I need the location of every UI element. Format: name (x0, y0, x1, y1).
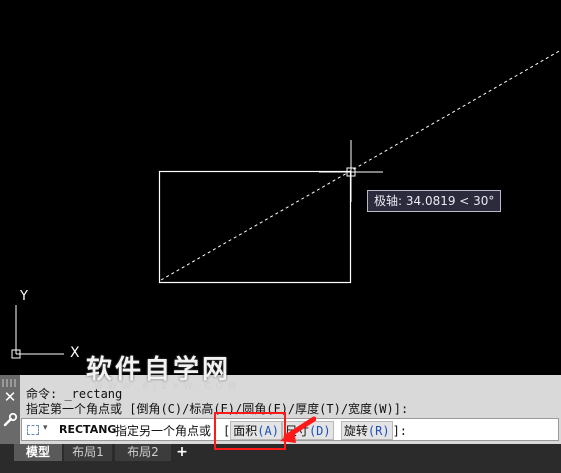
grip-handle[interactable] (2, 379, 18, 387)
tab-layout1[interactable]: 布局1 (64, 444, 112, 461)
arrow-icon (280, 416, 316, 443)
add-layout-button[interactable]: + (174, 444, 190, 461)
watermark-sub: WWW.RJZXW.COM (94, 382, 241, 392)
wrench-icon[interactable] (2, 412, 18, 428)
watermark-main: 软件自学网 (86, 355, 232, 385)
option-rotation[interactable]: 旋转(R) (340, 421, 393, 440)
ucs-x-label: X (70, 345, 80, 361)
polar-tracking-line (160, 49, 561, 281)
polar-tooltip: 极轴: 34.0819 < 30° (367, 190, 502, 212)
ucs-y-label: Y (19, 289, 28, 304)
rectangle-shape[interactable] (158, 170, 352, 284)
chevron-down-icon[interactable]: ▾ (43, 423, 48, 433)
command-toolbar: ✕ (0, 375, 20, 444)
tab-layout2[interactable]: 布局2 (115, 444, 171, 461)
command-name: RECTANG (59, 423, 117, 436)
command-prompt: 指定另一个角点或 (115, 424, 212, 438)
drawing-svg: Y X (11, 49, 561, 361)
close-icon[interactable]: ✕ (2, 389, 18, 405)
close-bracket: ]: (392, 424, 408, 438)
watermark: 软件自学网 WWW.RJZXW.COM (86, 355, 241, 392)
tab-model[interactable]: 模型 (14, 444, 62, 461)
ucs-icon: Y X (11, 289, 80, 361)
drawing-canvas[interactable]: Y X 极轴: 34.0819 < 30° (0, 0, 561, 375)
rectangle-prompt-icon[interactable] (27, 425, 39, 435)
